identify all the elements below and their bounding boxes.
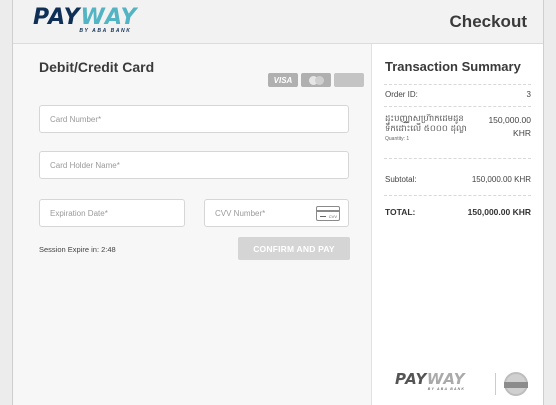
subtotal-row: Subtotal: 150,000.00 KHR — [385, 175, 531, 184]
subtotal-label: Subtotal: — [385, 175, 417, 184]
item-price: 150,000.00 KHR — [488, 114, 531, 142]
line-item: ដុះបញ្ឈាសហ្រ៊ាកដេមដូន ទឹកដោះលើ ៥០០០ ដុល្… — [385, 114, 531, 142]
trust-seal-icon — [504, 372, 528, 396]
order-id-value: 3 — [526, 90, 531, 99]
item-price-currency: KHR — [513, 128, 531, 138]
confirm-and-pay-button[interactable]: CONFIRM AND PAY — [238, 237, 350, 260]
accepted-cards: VISA — [268, 73, 364, 87]
card-holder-name-input[interactable]: Card Holder Name* — [39, 151, 349, 179]
cvv-number-input[interactable]: CVV Number* CVV — [204, 199, 349, 227]
payway-logo: PAYWAY BY ABA BANK — [33, 5, 138, 35]
item-price-amount: 150,000.00 — [488, 115, 531, 125]
session-timer: Session Expire in: 2:48 — [39, 245, 116, 254]
order-id-row: Order ID: 3 — [385, 90, 531, 99]
footer-logo-accent: WAY — [426, 370, 466, 388]
cvv-placeholder: CVV Number* — [215, 208, 266, 218]
divider — [384, 84, 531, 85]
amex-icon — [334, 73, 364, 87]
expiration-placeholder: Expiration Date* — [50, 208, 108, 218]
checkout-page: PAYWAY BY ABA BANK Checkout Debit/Credit… — [12, 0, 544, 405]
item-quantity: Quantity: 1 — [385, 136, 410, 142]
logo-main-text: PAY — [33, 5, 81, 30]
divider — [384, 106, 531, 107]
order-id-label: Order ID: — [385, 90, 418, 99]
item-name: ដុះបញ្ឈាសហ្រ៊ាកដេមដូន ទឹកដោះលើ ៥០០០ ដុល្… — [385, 114, 467, 134]
transaction-summary-panel: Transaction Summary Order ID: 3 ដុះបញ្ឈា… — [371, 44, 543, 405]
divider — [384, 195, 531, 196]
card-number-placeholder: Card Number* — [50, 114, 102, 124]
payment-panel: Debit/Credit Card VISA Card Number* Card… — [13, 44, 371, 405]
expiration-date-input[interactable]: Expiration Date* — [39, 199, 185, 227]
footer-payway-logo: PAYWAY BY ABA BANK — [395, 370, 466, 392]
total-label: TOTAL: — [385, 207, 416, 217]
subtotal-value: 150,000.00 KHR — [471, 175, 531, 184]
summary-title: Transaction Summary — [385, 59, 521, 74]
total-value: 150,000.00 KHR — [467, 207, 531, 217]
footer-logo-main: PAY — [395, 370, 427, 388]
visa-icon: VISA — [268, 73, 298, 87]
payment-method-title: Debit/Credit Card — [39, 59, 155, 75]
footer-divider — [495, 373, 496, 395]
card-holder-placeholder: Card Holder Name* — [50, 160, 120, 170]
card-number-input[interactable]: Card Number* — [39, 105, 349, 133]
header: PAYWAY BY ABA BANK Checkout — [13, 0, 543, 44]
page-title: Checkout — [449, 12, 527, 31]
total-row: TOTAL: 150,000.00 KHR — [385, 207, 531, 217]
logo-accent-text: WAY — [80, 5, 138, 30]
divider — [384, 158, 531, 159]
mastercard-icon — [301, 73, 331, 87]
cvv-card-icon: CVV — [316, 206, 340, 221]
